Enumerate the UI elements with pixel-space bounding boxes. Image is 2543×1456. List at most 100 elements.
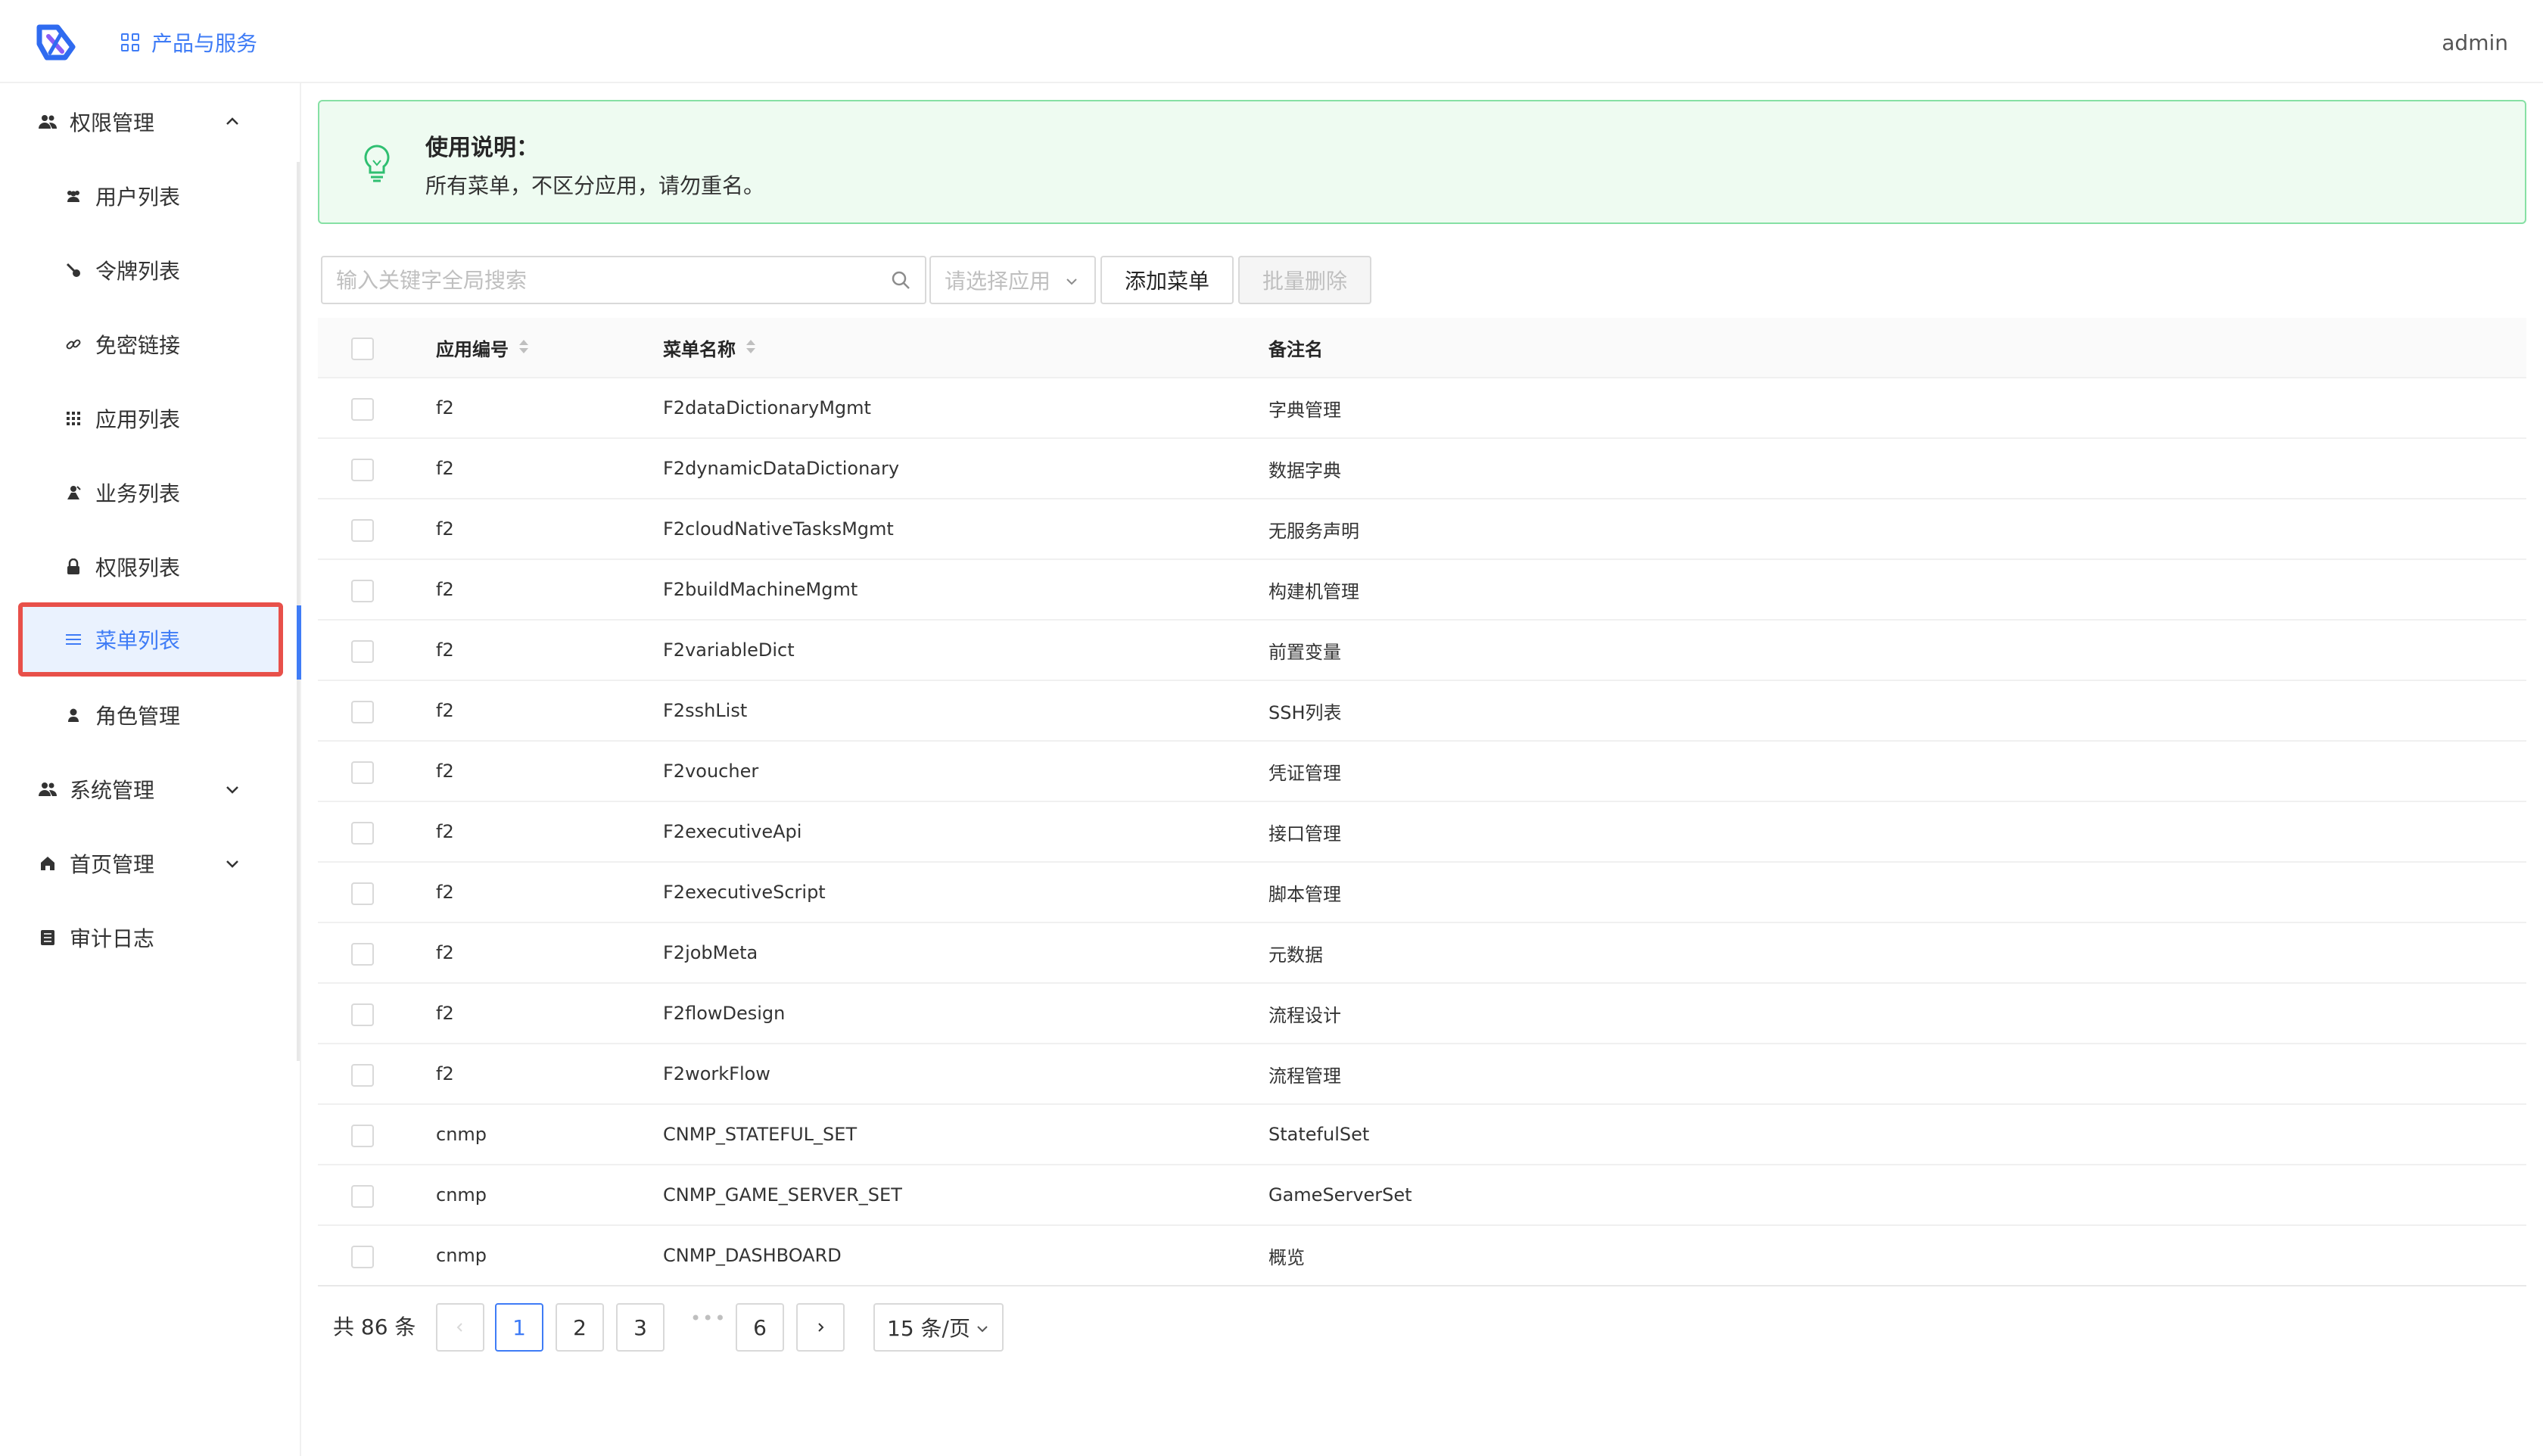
cell-app-id: f2 — [436, 761, 454, 782]
sort-icon[interactable] — [518, 340, 528, 355]
next-page-button[interactable] — [796, 1303, 845, 1352]
sidebar-item-app-list[interactable]: 应用列表 — [18, 381, 283, 456]
page-size-select[interactable]: 15 条/页 — [873, 1303, 1004, 1352]
row-checkbox[interactable] — [351, 519, 374, 542]
top-header: 产品与服务 admin — [0, 0, 2543, 83]
sort-icon[interactable] — [745, 340, 755, 355]
cell-remark: 构建机管理 — [1268, 580, 1359, 602]
cell-menu-name: F2sshList — [663, 700, 748, 721]
sidebar-item-label: 免密链接 — [95, 333, 181, 358]
page-button-1[interactable]: 1 — [495, 1303, 543, 1352]
cell-menu-name: F2jobMeta — [663, 942, 758, 963]
prev-page-button[interactable] — [436, 1303, 484, 1352]
notice-title: 使用说明： — [425, 135, 539, 161]
app-select-placeholder: 请选择应用 — [945, 269, 1051, 294]
sidebar-item-permission-list[interactable]: 权限列表 — [18, 530, 283, 604]
logo-icon[interactable] — [35, 21, 77, 64]
cell-app-id: cnmp — [436, 1124, 487, 1145]
user-name[interactable]: admin — [2442, 30, 2508, 55]
sidebar-group-permission[interactable]: 权限管理 — [0, 85, 300, 159]
table-row: f2F2jobMeta元数据编辑删除 — [318, 923, 2526, 984]
cell-app-id: f2 — [436, 1063, 454, 1084]
row-checkbox[interactable] — [351, 398, 374, 421]
cell-app-id: f2 — [436, 821, 454, 842]
cell-remark: GameServerSet — [1268, 1184, 1412, 1206]
table-row: f2F2sshListSSH列表编辑删除 — [318, 681, 2526, 742]
cell-remark: SSH列表 — [1268, 702, 1342, 723]
cell-remark: 凭证管理 — [1268, 762, 1341, 784]
cell-menu-name: F2buildMachineMgmt — [663, 579, 858, 600]
pagination-ellipsis[interactable]: ••• — [690, 1308, 727, 1329]
row-checkbox[interactable] — [351, 640, 374, 663]
table-row: f2F2variableDict前置变量编辑删除 — [318, 621, 2526, 681]
row-checkbox[interactable] — [351, 822, 374, 845]
row-checkbox[interactable] — [351, 1185, 374, 1208]
row-checkbox[interactable] — [351, 882, 374, 905]
sidebar-item-user-list[interactable]: 用户列表 — [18, 159, 283, 233]
add-menu-button[interactable]: 添加菜单 — [1100, 256, 1234, 304]
row-checkbox[interactable] — [351, 701, 374, 723]
products-services-menu[interactable]: 产品与服务 — [121, 27, 257, 58]
cell-remark: 元数据 — [1268, 944, 1323, 966]
key-icon — [65, 262, 82, 278]
cell-remark: 前置变量 — [1268, 641, 1341, 663]
sidebar-item-passwordless-link[interactable]: 免密链接 — [18, 307, 283, 381]
cell-menu-name: CNMP_STATEFUL_SET — [663, 1124, 858, 1145]
page-button-6[interactable]: 6 — [736, 1303, 784, 1352]
table-row: f2F2dataDictionaryMgmt字典管理编辑删除 — [318, 378, 2526, 439]
chevron-left-icon — [456, 1323, 462, 1332]
chevron-down-icon[interactable] — [223, 854, 242, 873]
users-icon — [38, 112, 58, 132]
lock-icon — [65, 558, 82, 575]
app-select[interactable]: 请选择应用 — [929, 256, 1096, 304]
select-all-checkbox[interactable] — [351, 338, 374, 360]
chevron-down-icon — [1066, 278, 1077, 285]
cell-app-id: cnmp — [436, 1245, 487, 1266]
column-header-menu-name[interactable]: 菜单名称 — [663, 318, 755, 377]
sidebar-item-business-list[interactable]: 业务列表 — [18, 456, 283, 530]
cell-remark: StatefulSet — [1268, 1124, 1370, 1145]
sidebar-item-role-management[interactable]: 角色管理 — [18, 678, 283, 752]
row-checkbox[interactable] — [351, 943, 374, 966]
active-indicator — [297, 605, 301, 680]
business-icon — [65, 484, 82, 501]
sidebar-group-label: 首页管理 — [70, 852, 155, 877]
cell-menu-name: F2workFlow — [663, 1063, 770, 1084]
row-checkbox[interactable] — [351, 459, 374, 481]
chevron-down-icon — [977, 1326, 988, 1333]
column-header-label: 菜单名称 — [663, 338, 736, 360]
sidebar-item-token-list[interactable]: 令牌列表 — [18, 233, 283, 307]
row-checkbox[interactable] — [351, 1003, 374, 1026]
row-checkbox[interactable] — [351, 1125, 374, 1147]
sidebar-group-audit-log[interactable]: 审计日志 — [0, 901, 300, 975]
column-header-app-id[interactable]: 应用编号 — [436, 318, 528, 377]
cell-app-id: f2 — [436, 397, 454, 418]
sidebar-item-menu-list[interactable]: 菜单列表 — [18, 602, 283, 677]
column-header-remark: 备注名 — [1268, 318, 1323, 377]
chevron-up-icon[interactable] — [223, 112, 242, 132]
row-checkbox[interactable] — [351, 1064, 374, 1087]
sidebar-group-home[interactable]: 首页管理 — [0, 826, 300, 901]
table-header: 应用编号 菜单名称 备注名 # — [318, 318, 2526, 378]
batch-delete-button[interactable]: 批量删除 — [1238, 256, 1371, 304]
page-button-2[interactable]: 2 — [556, 1303, 604, 1352]
sidebar-group-label: 权限管理 — [70, 110, 155, 135]
cell-menu-name: F2dataDictionaryMgmt — [663, 397, 871, 418]
cell-menu-name: F2variableDict — [663, 639, 795, 661]
notice-text: 所有菜单，不区分应用，请勿重名。 — [425, 173, 765, 198]
cell-app-id: f2 — [436, 639, 454, 661]
chevron-down-icon[interactable] — [223, 779, 242, 799]
page-button-3[interactable]: 3 — [616, 1303, 665, 1352]
row-checkbox[interactable] — [351, 580, 374, 602]
table-row: f2F2flowDesign流程设计编辑删除 — [318, 984, 2526, 1044]
cell-remark: 概览 — [1268, 1246, 1305, 1268]
search-icon[interactable] — [890, 269, 911, 291]
cell-menu-name: F2flowDesign — [663, 1003, 786, 1024]
search-input[interactable] — [321, 256, 926, 304]
table-row: cnmpCNMP_GAME_SERVER_SETGameServerSet编辑删… — [318, 1165, 2526, 1226]
sidebar-item-label: 应用列表 — [95, 407, 181, 432]
row-checkbox[interactable] — [351, 761, 374, 784]
sidebar-group-system[interactable]: 系统管理 — [0, 752, 300, 826]
row-checkbox[interactable] — [351, 1246, 374, 1268]
cell-remark: 字典管理 — [1268, 399, 1341, 421]
